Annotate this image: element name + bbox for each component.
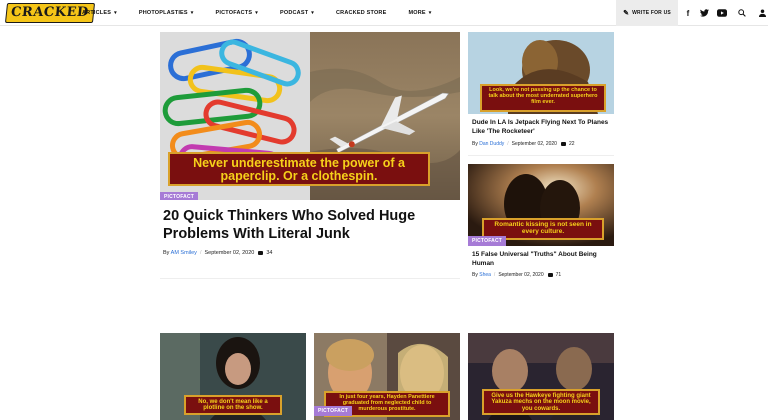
featured-divider — [160, 278, 460, 279]
nav-more[interactable]: MORE ▾ — [408, 10, 431, 16]
publish-date: September 02, 2020 — [511, 141, 557, 147]
bottom-article-1-caption: No, we don't mean like a plotline on the… — [184, 395, 282, 415]
nav-podcast-label: PODCAST — [279, 10, 309, 16]
comment-count[interactable]: 71 — [556, 272, 562, 278]
chevron-down-icon: ▾ — [190, 10, 194, 16]
twitter-icon[interactable] — [698, 0, 710, 26]
nav-articles-label: ARTICLES — [82, 10, 112, 16]
byline-prefix: By — [472, 272, 478, 278]
bottom-article-2-tag[interactable]: PICTOFACT — [314, 406, 353, 416]
author-link[interactable]: AM Smiley — [171, 250, 197, 256]
author-link[interactable]: Shea — [479, 272, 491, 278]
nav-photoplasties-label: PHOTOPLASTIES — [138, 10, 188, 16]
write-for-us-label: WRITE FOR US — [632, 10, 671, 16]
side-article-1-caption: Look, we're not passing up the chance to… — [480, 84, 606, 112]
nav-more-label: MORE — [408, 10, 426, 16]
author-link[interactable]: Dan Duddy — [479, 141, 504, 147]
chevron-down-icon: ▾ — [255, 10, 258, 16]
comment-icon — [547, 272, 553, 277]
bottom-article-3-image[interactable]: Give us the Hawkeye fighting giant Yakuz… — [468, 333, 614, 420]
publish-date: September 02, 2020 — [204, 250, 255, 256]
featured-title[interactable]: 20 Quick Thinkers Who Solved Huge Proble… — [163, 207, 443, 243]
search-icon[interactable] — [736, 0, 748, 26]
nav-cracked-store[interactable]: CRACKED STORE — [336, 10, 386, 16]
comment-icon — [560, 141, 566, 146]
side-divider-1 — [468, 155, 614, 156]
side-article-2-tag[interactable]: PICTOFACT — [468, 236, 507, 246]
youtube-icon[interactable] — [716, 0, 728, 26]
side-article-2-meta: By Shea / September 02, 2020 71 — [472, 272, 562, 278]
nav-podcast[interactable]: PODCAST ▾ — [280, 10, 314, 16]
side-article-1-title[interactable]: Dude In LA Is Jetpack Flying Next To Pla… — [472, 119, 612, 136]
bottom-article-2-image[interactable]: In just four years, Hayden Panettiere gr… — [314, 333, 460, 420]
side-article-2-title[interactable]: 15 False Universal "Truths" About Being … — [472, 251, 612, 268]
site-header: CRACKED ARTICLES ▾ PHOTOPLASTIES ▾ PICTOFA… — [0, 0, 768, 26]
byline-prefix: By — [163, 250, 170, 256]
user-icon[interactable] — [756, 0, 768, 26]
nav-cracked-store-label: CRACKED STORE — [335, 10, 387, 16]
side-article-1-meta: By Dan Duddy / September 02, 2020 22 — [472, 141, 575, 147]
publish-date: September 02, 2020 — [498, 272, 544, 278]
facebook-icon[interactable]: f — [682, 0, 694, 26]
bottom-article-3-caption: Give us the Hawkeye fighting giant Yakuz… — [482, 389, 600, 415]
nav-pictofacts-label: PICTOFACTS — [215, 10, 253, 16]
main-nav: ARTICLES ▾ PHOTOPLASTIES ▾ PICTOFACTS ▾ POD… — [82, 0, 454, 26]
chevron-down-icon: ▾ — [428, 10, 432, 16]
featured-meta: By AM Smiley / September 02, 2020 34 — [163, 250, 273, 256]
chevron-down-icon: ▾ — [114, 10, 117, 16]
side-article-1-image[interactable]: Look, we're not passing up the chance to… — [468, 32, 614, 114]
nav-photoplasties[interactable]: PHOTOPLASTIES ▾ — [139, 10, 194, 16]
chevron-down-icon: ▾ — [311, 10, 314, 16]
featured-image[interactable]: Never underestimate the power of a paper… — [160, 32, 460, 200]
byline-prefix: By — [472, 141, 478, 147]
write-for-us-button[interactable]: ✎ WRITE FOR US — [616, 0, 678, 26]
nav-articles[interactable]: ARTICLES ▾ — [82, 10, 117, 16]
side-article-2-image[interactable]: Romantic kissing is not seen in every cu… — [468, 164, 614, 246]
comment-icon — [258, 250, 264, 255]
comment-count[interactable]: 34 — [266, 250, 272, 256]
nav-pictofacts[interactable]: PICTOFACTS ▾ — [216, 10, 258, 16]
pencil-icon: ✎ — [623, 10, 630, 17]
comment-count[interactable]: 22 — [569, 141, 575, 147]
bottom-article-1-image[interactable]: No, we don't mean like a plotline on the… — [160, 333, 306, 420]
featured-tag[interactable]: PICTOFACT — [160, 192, 199, 200]
featured-caption: Never underestimate the power of a paper… — [168, 152, 430, 186]
